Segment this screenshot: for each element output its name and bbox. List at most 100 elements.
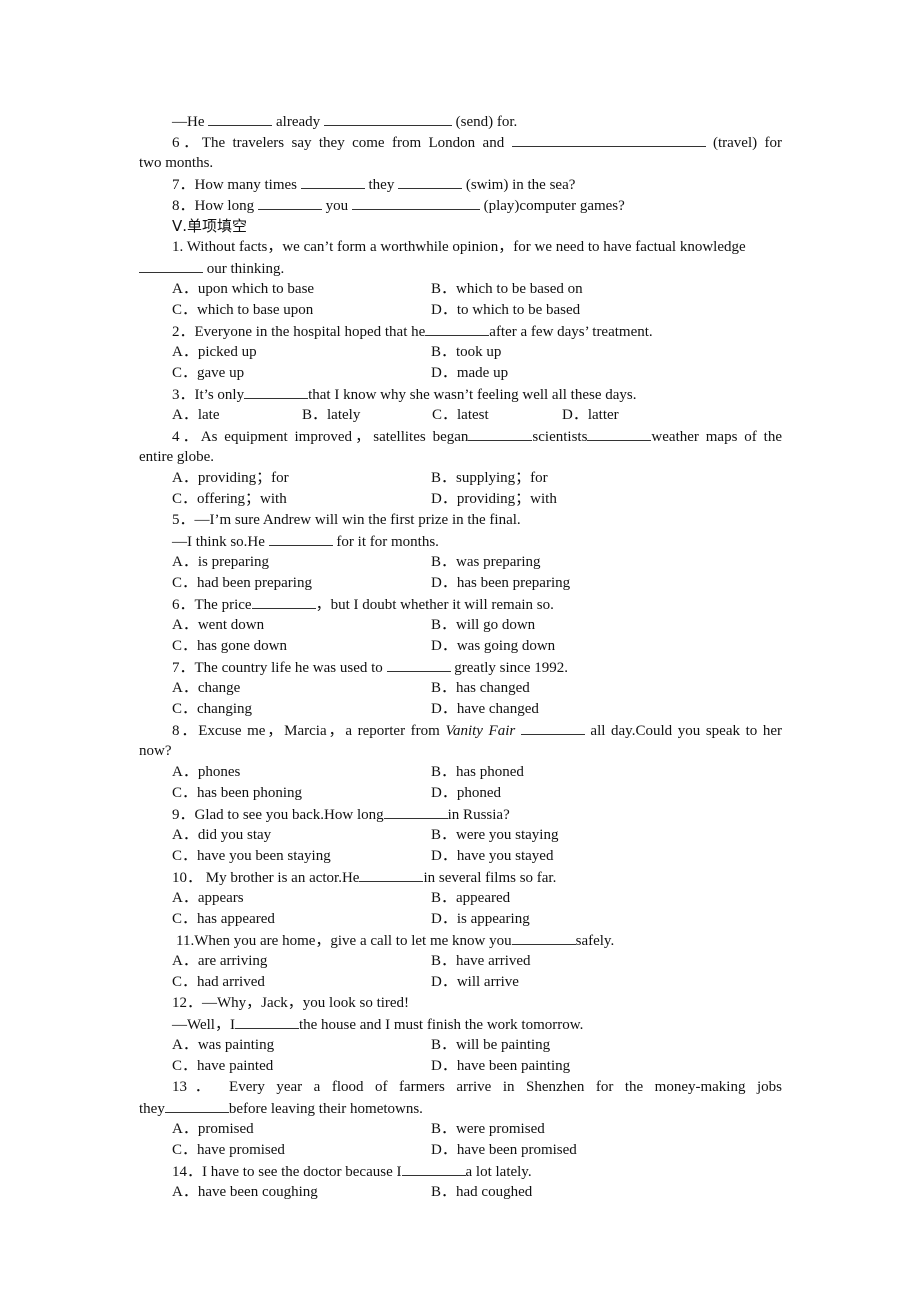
question-stem: 3．It’s only that I know why she wasn’t fe… — [139, 384, 782, 405]
option-d[interactable]: D．have you stayed — [431, 846, 690, 867]
option-d[interactable]: D．was going down — [431, 636, 690, 657]
blank — [300, 174, 365, 189]
blank — [520, 720, 585, 735]
options-row: A．promised B．were promised — [139, 1119, 782, 1140]
question-stem: 13． Every year a flood of farmers arrive… — [172, 1079, 782, 1095]
option-c[interactable]: C．has appeared — [172, 909, 431, 930]
option-a[interactable]: A．appears — [172, 888, 431, 909]
option-c[interactable]: C．had been preparing — [172, 573, 431, 594]
blank — [351, 195, 480, 210]
option-b[interactable]: B．will be painting — [431, 1035, 690, 1056]
option-b[interactable]: B．were promised — [431, 1119, 690, 1140]
blank — [257, 195, 322, 210]
options-row: C．offering；with D．providing；with — [139, 489, 782, 510]
q6-cont: two months. — [139, 155, 214, 171]
blank — [139, 258, 203, 273]
option-d[interactable]: D．have been painting — [431, 1056, 690, 1077]
blank — [425, 321, 490, 336]
question-line2: —I think so.He for it for months. — [139, 531, 782, 552]
option-d[interactable]: D．latter — [562, 405, 692, 426]
blank — [164, 1098, 229, 1113]
options-row: C．have painted D．have been painting — [139, 1056, 782, 1077]
options-row: A．change B．has changed — [139, 678, 782, 699]
option-a[interactable]: A．providing；for — [172, 468, 431, 489]
options-row: A．late B．lately C．latest D．latter — [139, 405, 782, 426]
option-a[interactable]: A．was painting — [172, 1035, 431, 1056]
question-stem: 12．—Why，Jack，you look so tired! — [172, 995, 410, 1011]
option-a[interactable]: A．change — [172, 678, 431, 699]
option-a[interactable]: A．promised — [172, 1119, 431, 1140]
options-row: A．are arriving B．have arrived — [139, 951, 782, 972]
question-stem: 10． My brother is an actor.He in several … — [139, 867, 782, 888]
option-c[interactable]: C．gave up — [172, 363, 431, 384]
option-d[interactable]: D．is appearing — [431, 909, 690, 930]
blank — [268, 531, 333, 546]
option-a[interactable]: A．are arriving — [172, 951, 431, 972]
option-c[interactable]: C．has gone down — [172, 636, 431, 657]
option-c[interactable]: C．had arrived — [172, 972, 431, 993]
option-a[interactable]: A．upon which to base — [172, 279, 431, 300]
option-b[interactable]: B．appeared — [431, 888, 690, 909]
option-a[interactable]: A．have been coughing — [172, 1182, 431, 1203]
blank — [383, 804, 448, 819]
options-row: A．is preparing B．was preparing — [139, 552, 782, 573]
blank — [208, 111, 273, 126]
option-c[interactable]: C．have you been staying — [172, 846, 431, 867]
options-row: A．picked up B．took up — [139, 342, 782, 363]
option-c[interactable]: C．have promised — [172, 1140, 431, 1161]
blank — [386, 657, 451, 672]
option-c[interactable]: C．has been phoning — [172, 783, 431, 804]
question-cont: entire globe. — [139, 449, 214, 465]
option-b[interactable]: B．supplying；for — [431, 468, 690, 489]
option-c[interactable]: C．which to base upon — [172, 300, 431, 321]
question-stem: 1. Without facts，we can’t form a worthwh… — [172, 239, 746, 255]
blank — [511, 930, 576, 945]
blank — [323, 111, 452, 126]
option-d[interactable]: D．made up — [431, 363, 690, 384]
option-d[interactable]: D．will arrive — [431, 972, 690, 993]
blank — [468, 426, 533, 441]
blank — [587, 426, 652, 441]
option-d[interactable]: D．have been promised — [431, 1140, 690, 1161]
option-b[interactable]: B．had coughed — [431, 1182, 690, 1203]
option-a[interactable]: A．did you stay — [172, 825, 431, 846]
question-cont: our thinking. — [139, 258, 782, 279]
option-b[interactable]: B．were you staying — [431, 825, 690, 846]
question-line2: —Well，I the house and I must finish the w… — [139, 1014, 782, 1035]
option-c[interactable]: C．latest — [432, 405, 562, 426]
option-a[interactable]: A．phones — [172, 762, 431, 783]
option-c[interactable]: C．offering；with — [172, 489, 431, 510]
option-b[interactable]: B．will go down — [431, 615, 690, 636]
question-cont: now? — [139, 743, 172, 759]
option-b[interactable]: B．has changed — [431, 678, 690, 699]
option-b[interactable]: B．has phoned — [431, 762, 690, 783]
option-c[interactable]: C．have painted — [172, 1056, 431, 1077]
q5-answer-line: —He already (send) for. — [139, 111, 782, 132]
option-a[interactable]: A．went down — [172, 615, 431, 636]
option-b[interactable]: B．lately — [302, 405, 432, 426]
option-d[interactable]: D．to which to be based — [431, 300, 690, 321]
options-row: C．has gone down D．was going down — [139, 636, 782, 657]
q6-line: 6．The travelers say they come from Londo… — [139, 132, 782, 153]
option-d[interactable]: D．phoned — [431, 783, 690, 804]
options-row: C．had been preparing D．has been preparing — [139, 573, 782, 594]
magazine-title: Vanity Fair — [445, 723, 516, 739]
option-c[interactable]: C．changing — [172, 699, 431, 720]
q8-line: 8．How long you (play)computer games? — [139, 195, 782, 216]
option-d[interactable]: D．has been preparing — [431, 573, 690, 594]
option-a[interactable]: A．is preparing — [172, 552, 431, 573]
option-d[interactable]: D．providing；with — [431, 489, 690, 510]
option-a[interactable]: A．picked up — [172, 342, 431, 363]
option-d[interactable]: D．have changed — [431, 699, 690, 720]
option-b[interactable]: B．have arrived — [431, 951, 690, 972]
options-row: A．upon which to base B．which to be based … — [139, 279, 782, 300]
blank — [234, 1014, 299, 1029]
option-b[interactable]: B．was preparing — [431, 552, 690, 573]
question-stem: 8．Excuse me，Marcia，a reporter from Vanit… — [139, 720, 782, 741]
option-b[interactable]: B．which to be based on — [431, 279, 690, 300]
document-page: —He already (send) for. 6．The travelers … — [139, 111, 782, 1203]
options-row: A．providing；for B．supplying；for — [139, 468, 782, 489]
question-stem: 11.When you are home，give a call to let … — [139, 930, 782, 951]
option-b[interactable]: B．took up — [431, 342, 690, 363]
option-a[interactable]: A．late — [172, 405, 302, 426]
